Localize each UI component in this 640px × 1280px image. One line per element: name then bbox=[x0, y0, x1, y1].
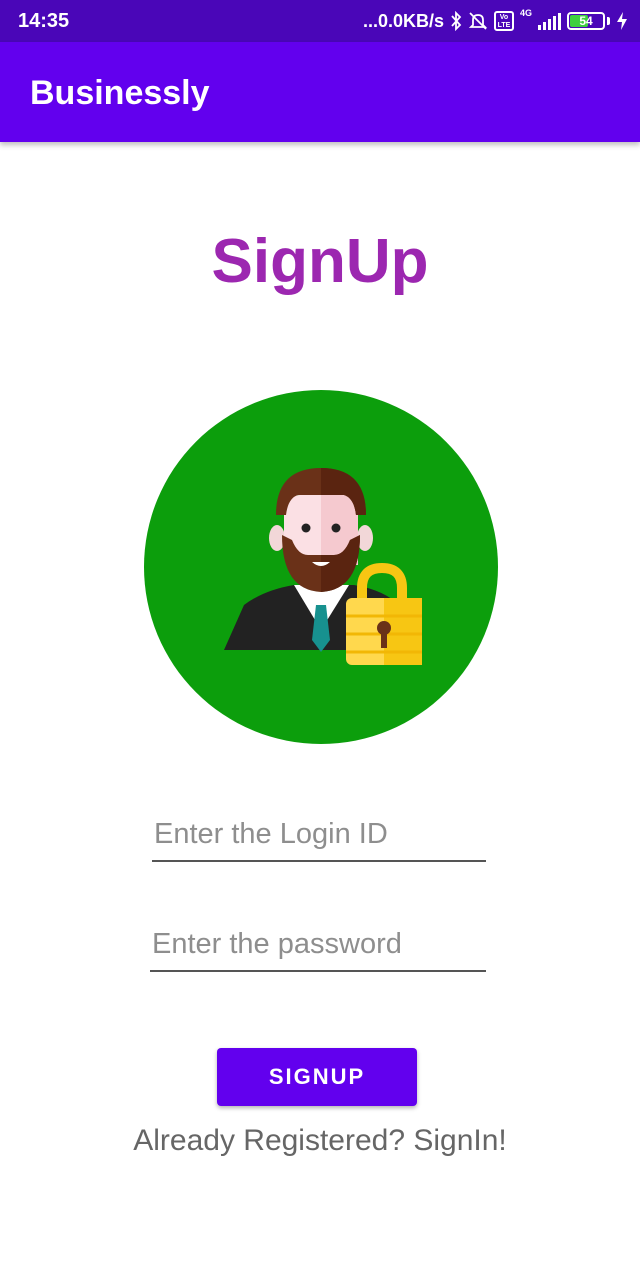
app-bar: Businessly bbox=[0, 42, 640, 142]
status-icons: ...0.0KB/s Vo LTE 4G 54 bbox=[363, 8, 628, 34]
network-type: 4G bbox=[519, 8, 532, 18]
password-field[interactable] bbox=[150, 918, 486, 972]
status-bar: 14:35 ...0.0KB/s Vo LTE 4G 54 bbox=[0, 0, 640, 42]
password-input[interactable] bbox=[150, 918, 486, 970]
signin-link[interactable]: Already Registered? SignIn! bbox=[0, 1124, 640, 1158]
battery-icon: 54 bbox=[567, 12, 605, 30]
network-speed: ...0.0KB/s bbox=[362, 10, 444, 31]
businessman-lock-icon bbox=[144, 390, 498, 744]
status-time: 14:35 bbox=[18, 10, 70, 32]
login-id-input[interactable] bbox=[152, 808, 486, 860]
charging-icon bbox=[617, 12, 627, 30]
app-title: Businessly bbox=[30, 74, 210, 112]
signup-button[interactable]: SIGNUP bbox=[217, 1048, 417, 1106]
signal-icon bbox=[538, 12, 561, 30]
mute-icon bbox=[468, 12, 488, 30]
volte-icon: Vo LTE bbox=[493, 11, 514, 31]
page-title: SignUp bbox=[211, 227, 429, 296]
bluetooth-icon bbox=[451, 11, 462, 31]
battery-level: 54 bbox=[579, 14, 593, 28]
login-id-field[interactable] bbox=[152, 808, 486, 862]
